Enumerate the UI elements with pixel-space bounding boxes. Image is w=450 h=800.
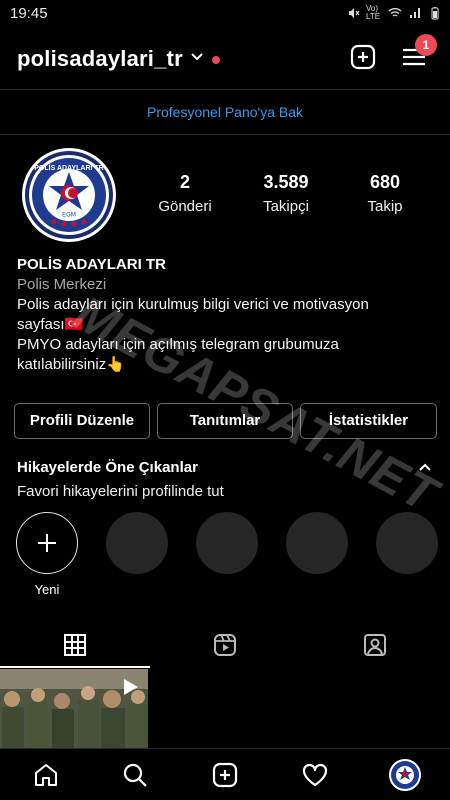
network-label: Vo) LTE	[366, 4, 381, 21]
nav-home[interactable]	[32, 761, 60, 789]
posts-label: Gönderi	[158, 198, 212, 215]
username-switcher[interactable]: polisadaylari_tr	[17, 46, 183, 72]
grid-icon	[64, 634, 86, 656]
bio-line: Polis adayları için kurulmuş bilgi veric…	[17, 296, 369, 313]
posts-count: 2	[179, 172, 190, 192]
nav-profile[interactable]	[389, 759, 421, 791]
tab-grid[interactable]	[0, 622, 150, 668]
bio-line: katılabilirsiniz👆	[17, 356, 125, 373]
post-thumbnail[interactable]	[0, 669, 148, 749]
profile-avatar[interactable]: POLİS ADAYLARI TR EGM	[22, 148, 116, 242]
highlights-subtitle: Favori hikayelerini profilinde tut	[17, 483, 224, 500]
bio-line: PMYO adayları için açılmış telegram grub…	[17, 336, 339, 353]
battery-icon	[431, 7, 439, 20]
new-highlight-label: Yeni	[34, 582, 60, 597]
heart-icon	[302, 763, 328, 787]
followers-stat[interactable]: 3.589 Takipçi	[254, 172, 318, 215]
new-highlight-button[interactable]	[16, 512, 78, 574]
emblem-text: POLİS ADAYLARI TR	[34, 164, 104, 172]
chevron-up-icon[interactable]	[418, 462, 432, 472]
bottom-navigation	[0, 748, 450, 800]
divider	[0, 134, 450, 135]
highlight-placeholder	[106, 512, 168, 574]
plus-square-icon	[212, 762, 238, 788]
avatar	[391, 761, 419, 789]
create-post-button[interactable]	[350, 44, 376, 70]
police-emblem-logo: POLİS ADAYLARI TR EGM	[25, 151, 113, 239]
following-count: 680	[369, 172, 401, 192]
display-name: POLİS ADAYLARI TR	[17, 256, 166, 273]
chevron-down-icon[interactable]	[190, 52, 204, 62]
menu-notification-badge: 1	[415, 34, 437, 56]
home-icon	[35, 764, 57, 786]
promotions-button[interactable]: Tanıtımlar	[157, 403, 293, 439]
plus-icon	[38, 534, 56, 552]
highlight-placeholder	[196, 512, 258, 574]
insights-button[interactable]: İstatistikler	[300, 403, 437, 439]
profile-header: polisadaylari_tr 1	[0, 34, 450, 78]
active-tab-indicator	[0, 666, 150, 668]
video-play-icon	[124, 679, 138, 695]
highlight-placeholder	[376, 512, 438, 574]
nav-create[interactable]	[211, 761, 239, 789]
profile-bio: POLİS ADAYLARI TR Polis Merkezi Polis ad…	[17, 255, 437, 375]
mute-icon	[349, 8, 360, 18]
highlight-placeholder	[286, 512, 348, 574]
followers-count: 3.589	[263, 172, 309, 192]
tagged-icon	[364, 634, 386, 656]
highlights-title: Hikayelerde Öne Çıkanlar	[17, 459, 198, 476]
status-icons: Vo) LTE	[346, 5, 442, 21]
followers-label: Takipçi	[263, 198, 309, 215]
edit-profile-button[interactable]: Profili Düzenle	[14, 403, 150, 439]
bio-line: sayfası🇹🇷	[17, 316, 84, 333]
tab-tagged[interactable]	[300, 622, 450, 668]
search-icon	[123, 763, 147, 787]
status-bar: 19:45 Vo) LTE	[0, 0, 450, 28]
tab-reels[interactable]	[150, 622, 300, 668]
profile-actions: Profili Düzenle Tanıtımlar İstatistikler	[14, 403, 437, 439]
following-stat[interactable]: 680 Takip	[360, 172, 410, 215]
new-activity-dot	[212, 56, 220, 64]
profile-category: Polis Merkezi	[17, 276, 107, 293]
professional-dashboard-link[interactable]: Profesyonel Pano'ya Bak	[0, 90, 450, 134]
wifi-icon	[388, 8, 402, 17]
nav-activity[interactable]	[301, 761, 329, 789]
posts-stat[interactable]: 2 Gönderi	[155, 172, 215, 215]
signal-icon	[410, 8, 420, 18]
reels-icon	[214, 634, 236, 656]
following-label: Takip	[367, 198, 403, 215]
profile-tabs	[0, 622, 450, 668]
status-time: 19:45	[10, 5, 48, 22]
emblem-badge-text: EGM	[62, 213, 76, 219]
nav-search[interactable]	[121, 761, 149, 789]
